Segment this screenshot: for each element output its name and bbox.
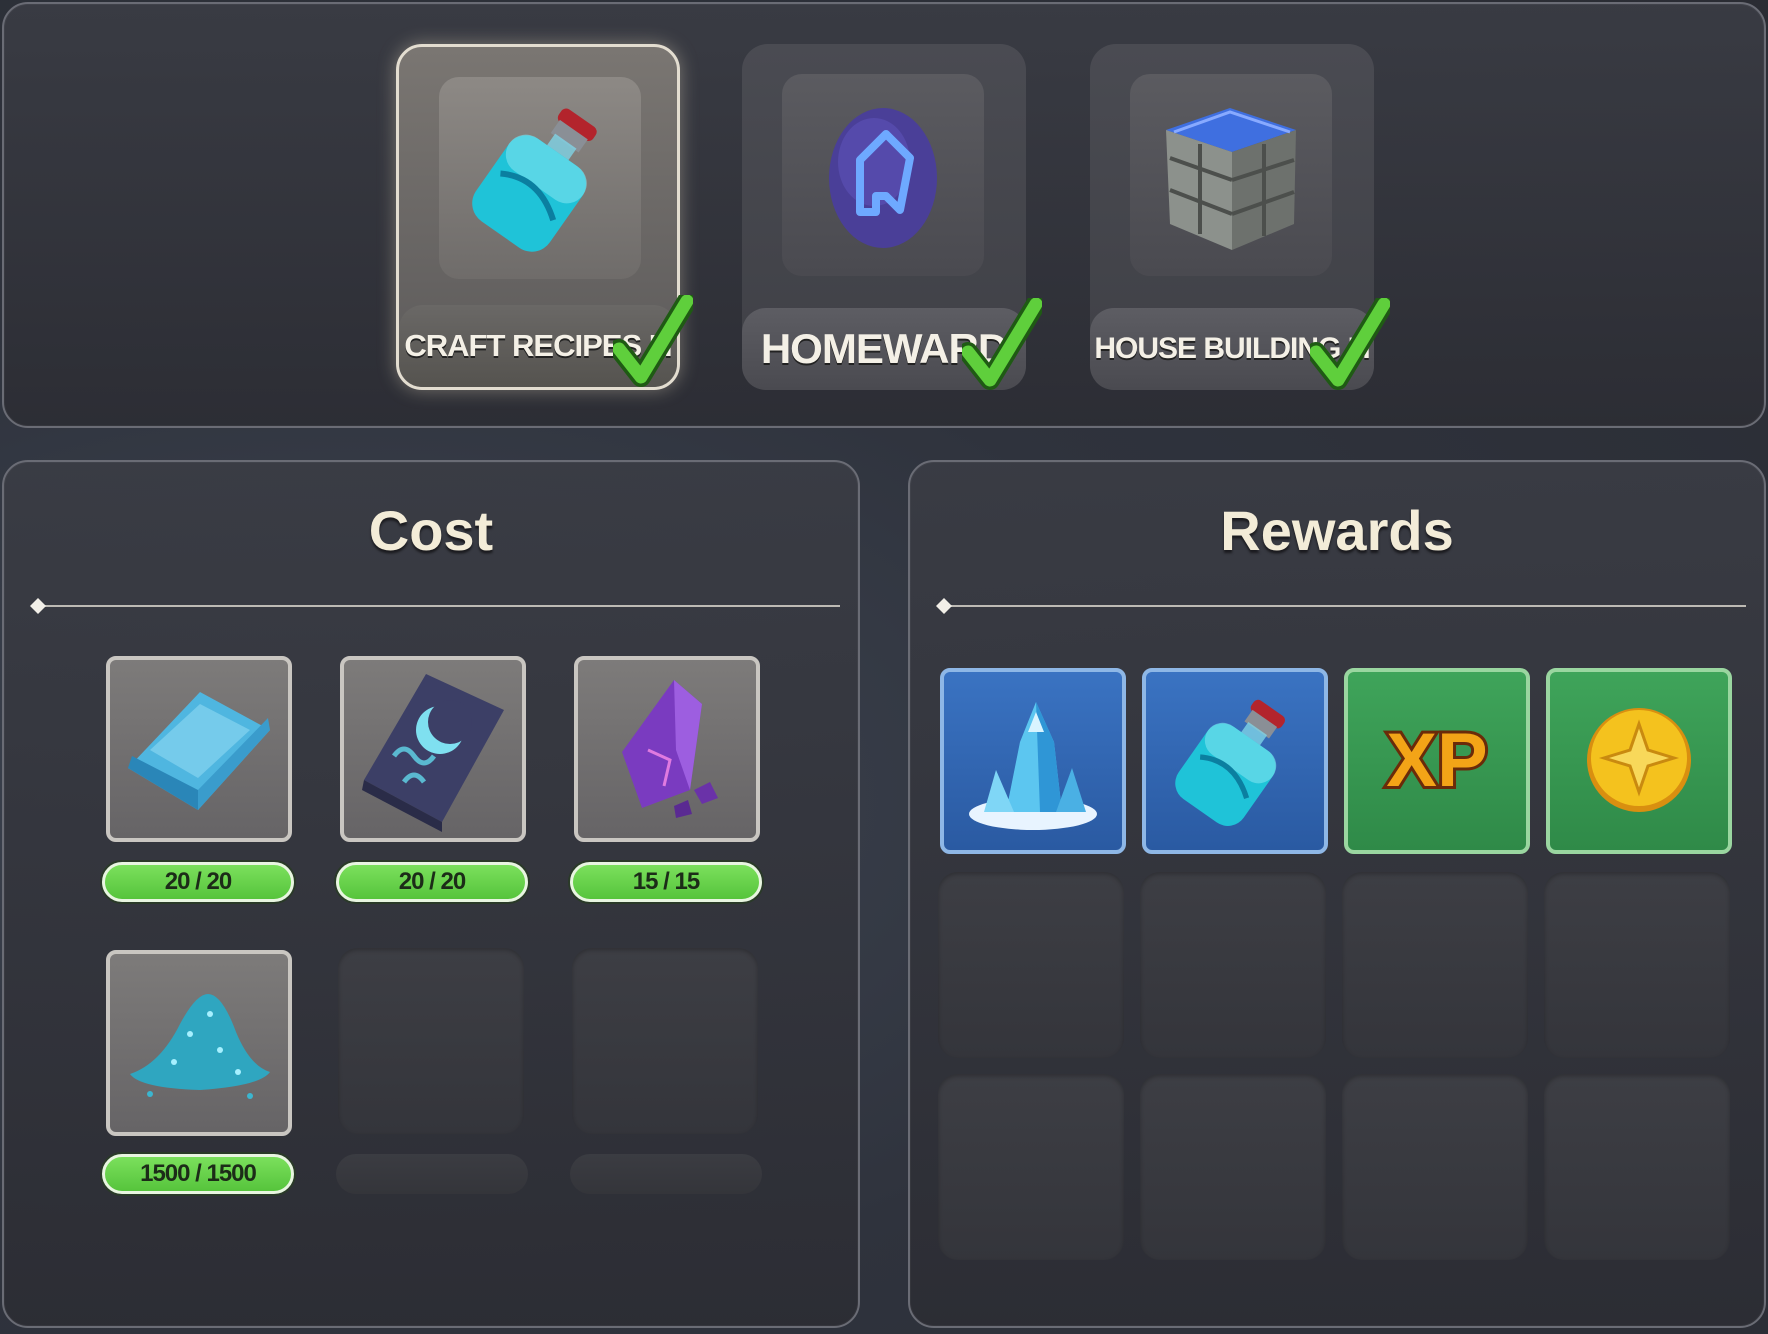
cost-quantity-1: 20 / 20 xyxy=(102,862,294,902)
check-icon xyxy=(1310,298,1390,390)
homeward-rune-stone-icon xyxy=(829,108,937,248)
divider xyxy=(936,598,1746,614)
xp-label: XP xyxy=(1386,718,1487,803)
rewards-panel: Rewards XP xyxy=(908,460,1766,1328)
reward-slot-3[interactable]: XP xyxy=(1344,668,1530,854)
cost-quantity-3: 15 / 15 xyxy=(570,862,762,902)
cost-slot-4[interactable] xyxy=(106,950,292,1136)
reward-slot-4[interactable] xyxy=(1546,668,1732,854)
ice-crystal-icon xyxy=(969,702,1097,830)
potion-bottle-icon xyxy=(1175,699,1285,826)
moon-rune-tablet-icon xyxy=(362,674,504,832)
reward-slot-1[interactable] xyxy=(940,668,1126,854)
check-icon xyxy=(613,295,693,387)
cost-slot-1[interactable] xyxy=(106,656,292,842)
reward-slot-empty xyxy=(1342,1074,1528,1260)
rewards-title: Rewards xyxy=(1220,499,1454,562)
cost-slot-3[interactable] xyxy=(574,656,760,842)
cost-quantity-empty xyxy=(570,1154,762,1194)
cost-title: Cost xyxy=(368,499,494,562)
cost-slot-empty xyxy=(572,948,758,1134)
blue-dust-pile-icon xyxy=(130,994,270,1099)
reward-slot-2[interactable] xyxy=(1142,668,1328,854)
unlock-card-craft-recipes[interactable]: CRAFT RECIPES III xyxy=(396,44,693,390)
purple-crystal-shard-icon xyxy=(622,680,718,818)
unlock-card-homeward[interactable]: HOMEWARD xyxy=(742,44,1042,390)
potion-bottle-icon xyxy=(472,108,597,252)
reward-slot-empty xyxy=(1140,872,1326,1058)
unlock-icon-frame xyxy=(439,77,641,279)
reward-slot-empty xyxy=(1342,872,1528,1058)
reward-slot-empty xyxy=(938,872,1124,1058)
cost-slot-empty xyxy=(338,948,524,1134)
reward-slot-empty xyxy=(938,1074,1124,1260)
unlock-icon-frame xyxy=(782,74,984,276)
check-icon xyxy=(962,298,1042,390)
cost-slot-2[interactable] xyxy=(340,656,526,842)
cost-quantity-empty xyxy=(336,1154,528,1194)
reward-slot-empty xyxy=(1544,872,1730,1058)
gold-coin-icon xyxy=(1587,708,1691,812)
crystal-ingot-icon xyxy=(128,692,270,810)
divider xyxy=(30,598,840,614)
stone-block-icon xyxy=(1166,108,1296,250)
cost-quantity-4: 1500 / 1500 xyxy=(102,1154,294,1194)
unlock-card-house-building[interactable]: HOUSE BUILDING III xyxy=(1090,44,1390,390)
unlocks-panel: CRAFT RECIPES III HOMEWARD HOUSE BUILDIN… xyxy=(2,2,1766,428)
cost-quantity-2: 20 / 20 xyxy=(336,862,528,902)
unlock-icon-frame xyxy=(1130,74,1332,276)
xp-icon: XP xyxy=(1383,715,1490,806)
reward-slot-empty xyxy=(1544,1074,1730,1260)
cost-panel: Cost 20 / 20 20 / 20 15 / 15 1500 / 1500 xyxy=(2,460,860,1328)
reward-slot-empty xyxy=(1140,1074,1326,1260)
